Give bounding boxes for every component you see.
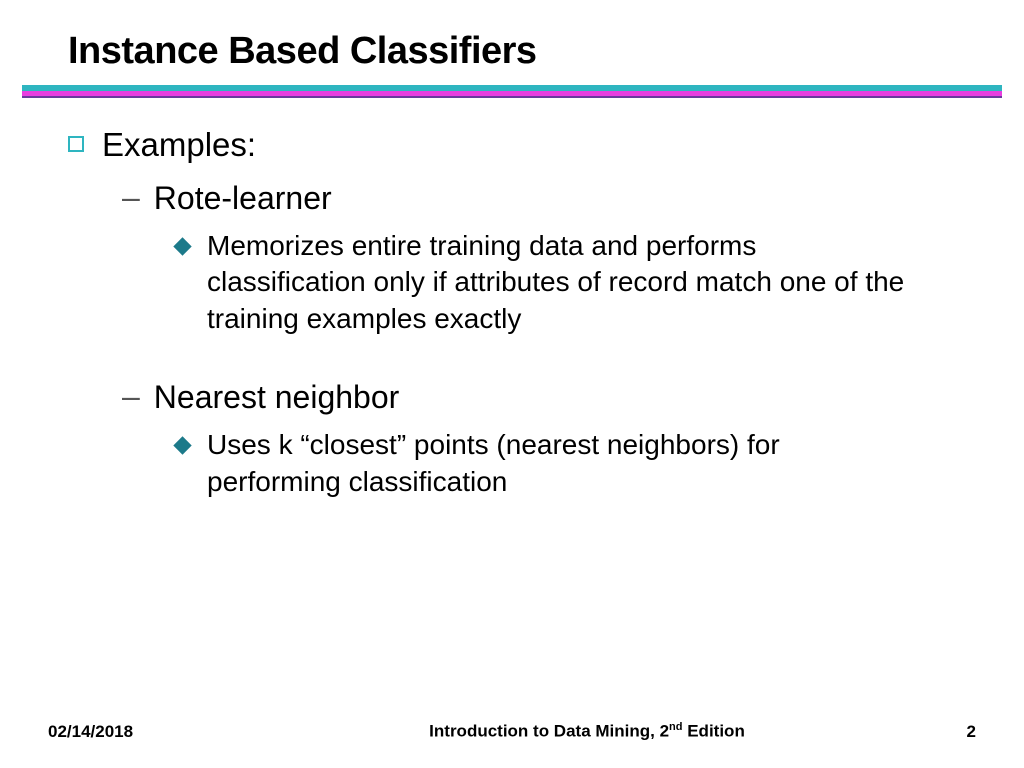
footer-book-title: Introduction to Data Mining, 2nd Edition: [258, 721, 916, 742]
bullet-level2: – Nearest neighbor: [122, 377, 956, 417]
item-name-0: Rote-learner: [154, 178, 332, 218]
item-desc-0: Memorizes entire training data and perfo…: [207, 228, 916, 337]
diamond-bullet-icon: [173, 237, 191, 255]
item-desc-1: Uses k “closest” points (nearest neighbo…: [207, 427, 916, 500]
footer-date: 02/14/2018: [48, 722, 258, 742]
title-divider: [22, 85, 1002, 98]
slide-content: Examples: – Rote-learner Memorizes entir…: [0, 98, 1024, 500]
item-name-1: Nearest neighbor: [154, 377, 399, 417]
bullet-level3: Memorizes entire training data and perfo…: [176, 228, 956, 337]
square-bullet-icon: [68, 136, 84, 152]
footer-page-number: 2: [916, 722, 976, 742]
diamond-bullet-icon: [173, 436, 191, 454]
slide-title: Instance Based Classifiers: [0, 0, 1024, 85]
bullet-level3: Uses k “closest” points (nearest neighbo…: [176, 427, 956, 500]
slide-footer: 02/14/2018 Introduction to Data Mining, …: [0, 721, 1024, 742]
bullet-level2: – Rote-learner: [122, 178, 956, 218]
dash-bullet-icon: –: [122, 377, 140, 415]
examples-label: Examples:: [102, 126, 256, 164]
dash-bullet-icon: –: [122, 178, 140, 216]
bullet-level1: Examples:: [68, 126, 956, 164]
